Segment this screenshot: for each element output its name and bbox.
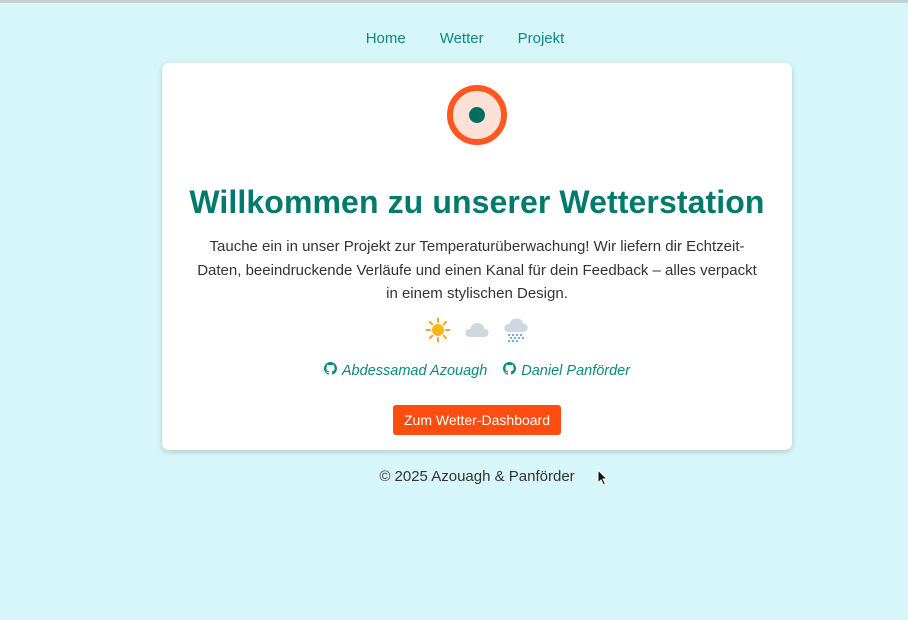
dashboard-button[interactable]: Zum Wetter-Dashboard: [393, 405, 561, 435]
nav-projekt-link[interactable]: Projekt: [518, 30, 565, 47]
nav-home-link[interactable]: Home: [366, 30, 406, 47]
snow-cloud-icon: [503, 317, 529, 343]
author-links: Abdessamad Azouagh Daniel Panförder: [162, 362, 792, 379]
intro-text: Tauche ein in unser Projekt zur Temperat…: [197, 238, 757, 302]
welcome-card: Willkommen zu unserer Wetterstation Tauc…: [162, 63, 792, 450]
author-name: Daniel Panförder: [521, 362, 631, 379]
sun-icon: [425, 317, 451, 343]
github-icon: [503, 362, 521, 379]
cloud-icon: [464, 317, 490, 343]
logo-icon: [446, 84, 508, 146]
browser-top-edge: [0, 0, 908, 3]
author-link-azouagh[interactable]: Abdessamad Azouagh: [323, 362, 488, 379]
author-link-panfoerder[interactable]: Daniel Panförder: [503, 362, 630, 379]
nav-wetter-link[interactable]: Wetter: [440, 30, 484, 47]
footer-copyright: © 2025 Azouagh & Panförder: [379, 468, 575, 485]
github-icon: [323, 362, 342, 379]
mouse-cursor-icon: [597, 468, 609, 491]
weather-icons: [162, 317, 792, 343]
page-title: Willkommen zu unserer Wetterstation: [189, 184, 765, 220]
main-nav: Home Wetter Projekt: [0, 30, 908, 47]
author-name: Abdessamad Azouagh: [341, 362, 488, 379]
